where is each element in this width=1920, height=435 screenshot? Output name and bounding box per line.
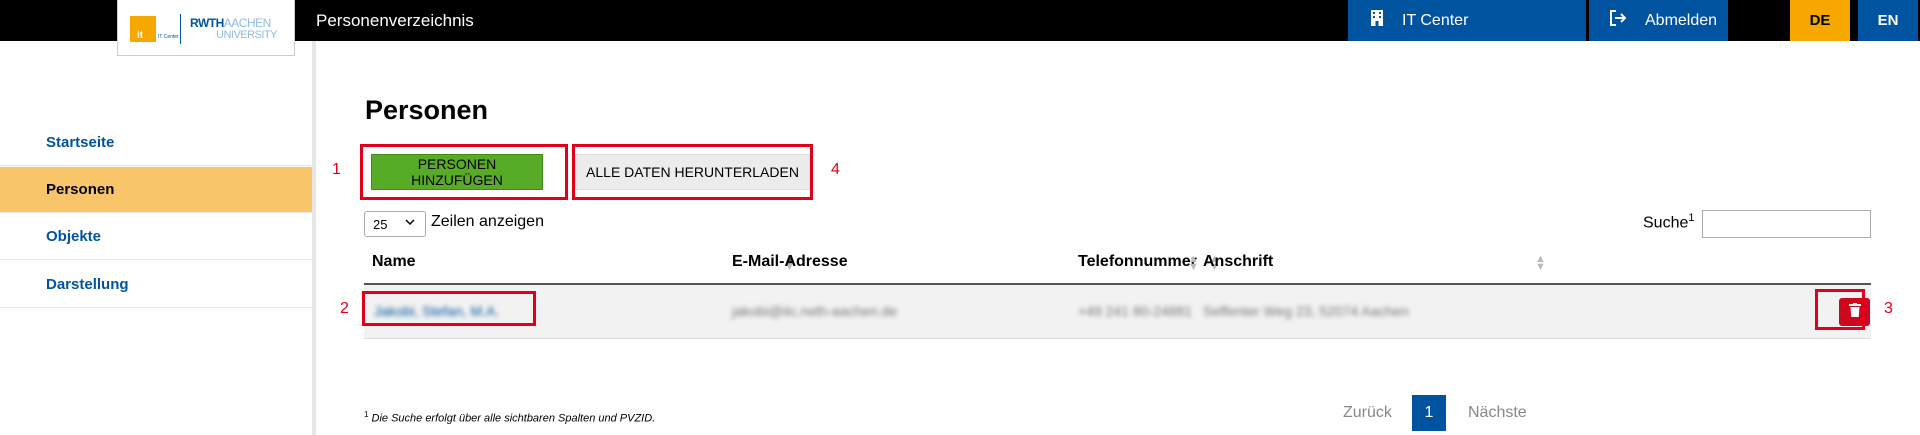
sidebar-item-personen[interactable]: Personen bbox=[0, 167, 312, 213]
search-label: Suche1 bbox=[1643, 212, 1695, 232]
logo-it-center-text: IT Center bbox=[158, 34, 179, 40]
column-header-email[interactable]: E-Mail-Adresse bbox=[732, 253, 848, 271]
page-length-select[interactable]: 25 bbox=[364, 211, 426, 237]
it-center-label: IT Center bbox=[1402, 11, 1469, 29]
column-header-name[interactable]: Name bbox=[372, 253, 416, 271]
person-email: jakobi@itc.rwth-aachen.de bbox=[732, 303, 898, 319]
annotation-number-1: 1 bbox=[332, 161, 341, 178]
annotation-number-2b: 2 bbox=[340, 300, 349, 317]
persons-table: Name ▲ ▼ E-Mail-Adresse ▲ ▼ Telefonnummer … bbox=[364, 243, 1871, 339]
logout-label: Abmelden bbox=[1645, 11, 1718, 29]
add-persons-button[interactable]: PERSONEN HINZUFÜGEN bbox=[371, 154, 543, 190]
chevron-down-icon bbox=[404, 216, 416, 231]
building-icon bbox=[1370, 10, 1384, 31]
main-content: Personen 1 PERSONEN HINZUFÜGEN ALLE DATE… bbox=[320, 41, 1920, 435]
annotation-number-4: 4 bbox=[831, 161, 840, 178]
pagination-next[interactable]: Nächste bbox=[1468, 395, 1527, 431]
sidebar-item-startseite[interactable]: Startseite bbox=[0, 120, 312, 166]
table-row: Jakobi, Stefan, M.A. jakobi@itc.rwth-aac… bbox=[364, 285, 1871, 339]
download-all-button[interactable]: ALLE DATEN HERUNTERLADEN bbox=[575, 154, 810, 190]
page-title: Personen bbox=[365, 95, 489, 125]
sidebar-item-darstellung[interactable]: Darstellung bbox=[0, 262, 312, 308]
pagination-page-1[interactable]: 1 bbox=[1412, 395, 1446, 431]
annotation-number-3: 3 bbox=[1884, 300, 1893, 317]
annotation-box-2 bbox=[362, 291, 536, 326]
logo-divider bbox=[180, 14, 181, 44]
logout-icon bbox=[1609, 10, 1627, 31]
page-length-label: Zeilen anzeigen bbox=[431, 213, 544, 230]
lang-de-button[interactable]: DE bbox=[1790, 0, 1850, 41]
pagination-prev[interactable]: Zurück bbox=[1343, 395, 1392, 431]
logo-rwth-text: RWTHAACHEN bbox=[190, 16, 271, 30]
app-title: Personenverzeichnis bbox=[316, 11, 474, 30]
logo-university-text: UNIVERSITY bbox=[216, 29, 278, 41]
annotation-box-3 bbox=[1815, 289, 1865, 330]
lang-en-button[interactable]: EN bbox=[1858, 0, 1918, 41]
search-input[interactable] bbox=[1702, 210, 1871, 238]
table-header: Name ▲ ▼ E-Mail-Adresse ▲ ▼ Telefonnummer … bbox=[364, 243, 1871, 285]
sort-icon: ▲ ▼ bbox=[1188, 253, 1199, 273]
logout-button[interactable]: Abmelden bbox=[1589, 0, 1728, 41]
person-phone: +49 241 80-24881 bbox=[1078, 303, 1193, 319]
person-address: Seffenter Weg 23, 52074 Aachen bbox=[1203, 303, 1409, 319]
it-center-logo-mark: it bbox=[130, 16, 156, 42]
sidebar: Startseite Personen Objekte Darstellung bbox=[0, 41, 316, 435]
column-header-address[interactable]: Anschrift bbox=[1203, 253, 1273, 271]
sidebar-item-objekte[interactable]: Objekte bbox=[0, 214, 312, 260]
search-footnote: 1 Die Suche erfolgt über alle sichtbaren… bbox=[364, 410, 656, 425]
logo[interactable]: it IT Center RWTHAACHEN UNIVERSITY bbox=[117, 0, 295, 56]
sort-icon: ▲ ▼ bbox=[1535, 253, 1546, 273]
column-header-phone[interactable]: Telefonnummer bbox=[1078, 253, 1197, 271]
it-center-button[interactable]: IT Center bbox=[1348, 0, 1586, 41]
